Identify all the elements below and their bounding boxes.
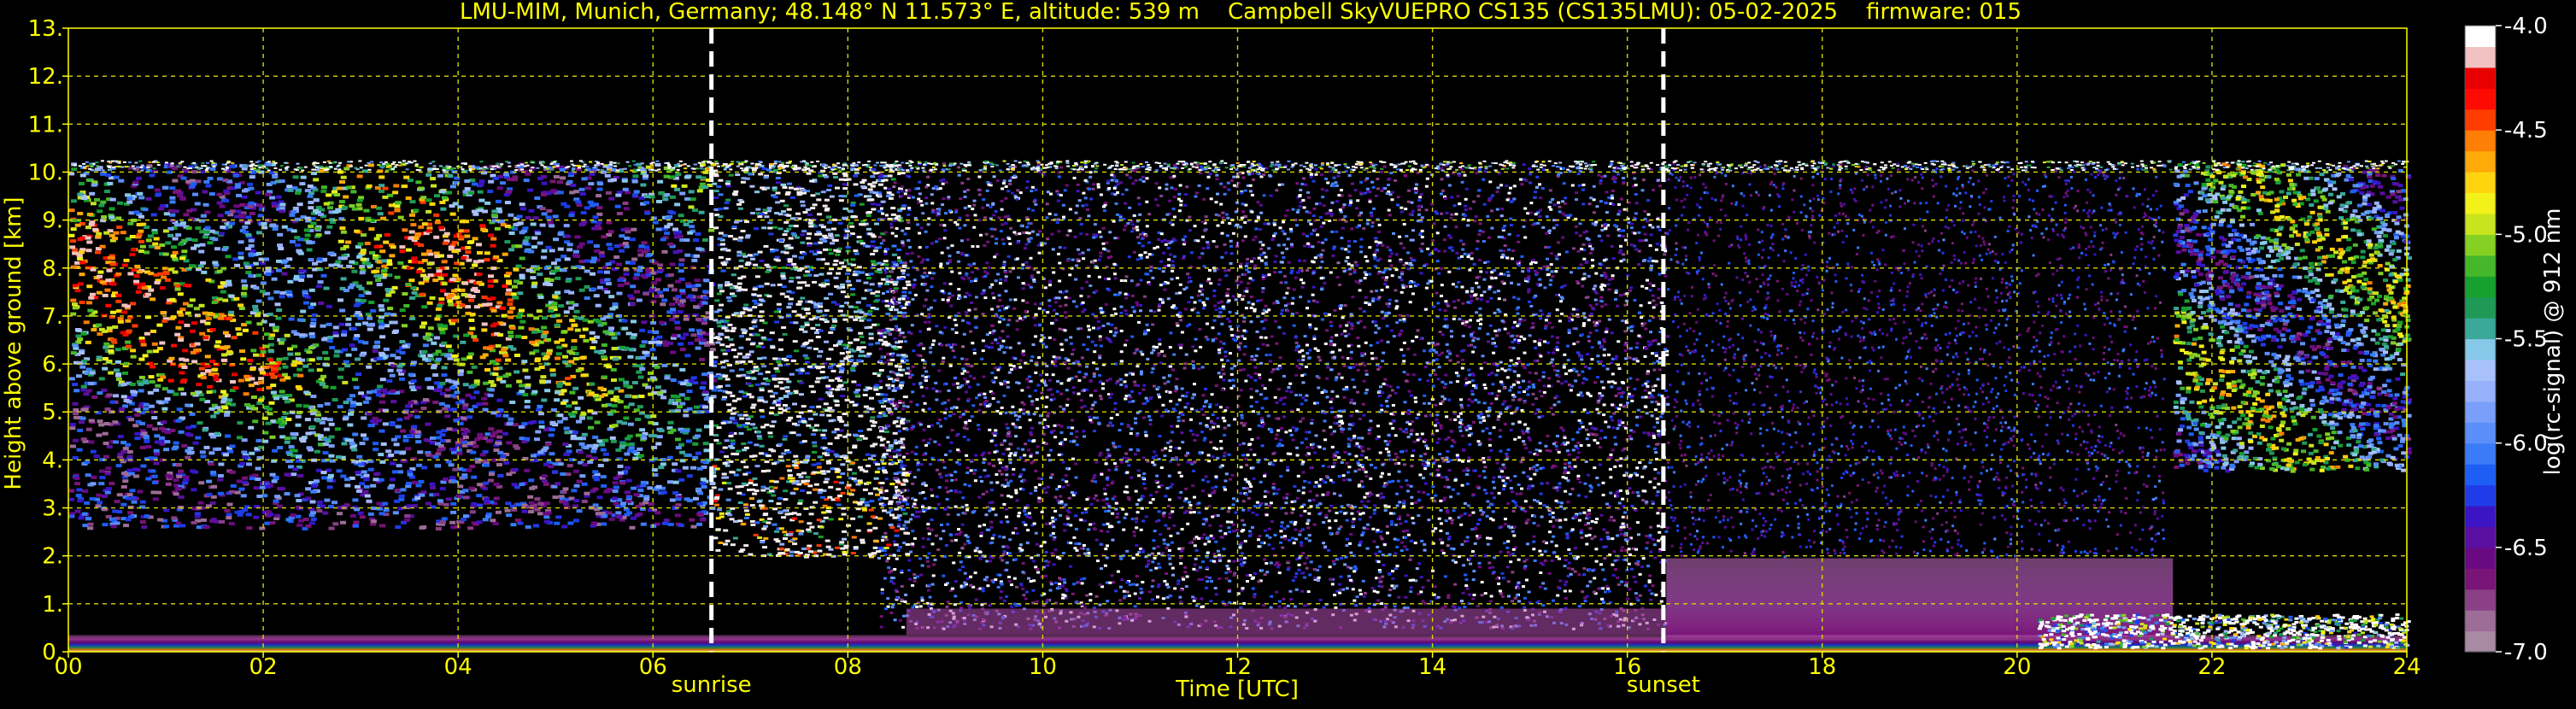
colorbar-swatch bbox=[2465, 568, 2496, 589]
x-tick-label: 22 bbox=[2198, 654, 2226, 680]
colorbar-swatch bbox=[2465, 610, 2496, 631]
x-tick-label: 02 bbox=[249, 654, 278, 680]
y-tick-label: 9. bbox=[42, 208, 63, 234]
x-tick-label: 16 bbox=[1613, 654, 1641, 680]
colorbar-swatch bbox=[2465, 214, 2496, 235]
colorbar-swatch bbox=[2465, 631, 2496, 653]
y-tick-label: 12. bbox=[28, 64, 63, 90]
colorbar-swatch bbox=[2465, 526, 2496, 548]
daytime-mixed-layer bbox=[907, 608, 1667, 635]
y-tick-label: 4. bbox=[42, 448, 63, 473]
colorbar-swatch bbox=[2465, 548, 2496, 569]
colorbar-swatch bbox=[2465, 172, 2496, 193]
y-tick-label: 5. bbox=[42, 400, 63, 425]
colorbar-swatch bbox=[2465, 485, 2496, 507]
ceilometer-chart: sunrisesunset 00020406081012141618202224… bbox=[0, 0, 2576, 706]
x-axis-label: Time [UTC] bbox=[1175, 677, 1299, 702]
y-tick-label: 7. bbox=[42, 304, 63, 330]
colorbar-swatch bbox=[2465, 506, 2496, 527]
colorbar-swatch bbox=[2465, 130, 2496, 151]
colorbar-swatch bbox=[2465, 422, 2496, 443]
colorbar-swatch bbox=[2465, 192, 2496, 214]
x-tick-label: 08 bbox=[834, 654, 862, 680]
colorbar-swatch bbox=[2465, 464, 2496, 485]
colorbar-swatch bbox=[2465, 151, 2496, 173]
y-tick-label: 13. bbox=[28, 16, 63, 42]
marker-label-sunrise: sunrise bbox=[672, 672, 752, 698]
x-tick-label: 18 bbox=[1808, 654, 1836, 680]
colorbar-tick-label: -7.0 bbox=[2504, 640, 2548, 665]
colorbar-swatch bbox=[2465, 276, 2496, 297]
colorbar-swatch bbox=[2465, 109, 2496, 131]
y-tick-label: 11. bbox=[28, 112, 63, 138]
colorbar-tick-label: -4.0 bbox=[2504, 14, 2548, 39]
colorbar-swatch bbox=[2465, 67, 2496, 89]
y-tick-label: 6. bbox=[42, 352, 63, 378]
colorbar-swatch bbox=[2465, 318, 2496, 339]
chart-svg: sunrisesunset 00020406081012141618202224… bbox=[0, 0, 2576, 706]
y-tick-label: 0. bbox=[42, 640, 63, 665]
colorbar-tick-label: -6.5 bbox=[2504, 536, 2548, 561]
colorbar-swatch bbox=[2465, 297, 2496, 319]
colorbar-swatch bbox=[2465, 234, 2496, 255]
colorbar-tick-label: -4.5 bbox=[2504, 118, 2548, 144]
colorbar-swatch bbox=[2465, 88, 2496, 109]
colorbar-swatch bbox=[2465, 46, 2496, 67]
y-tick-label: 2. bbox=[42, 544, 63, 570]
x-tick-label: 14 bbox=[1418, 654, 1446, 680]
colorbar-swatch bbox=[2465, 589, 2496, 611]
colorbar-swatch bbox=[2465, 255, 2496, 277]
y-tick-label: 10. bbox=[28, 160, 63, 185]
y-axis-label: Height above ground [km] bbox=[1, 196, 26, 489]
colorbar-swatch bbox=[2465, 443, 2496, 465]
colorbar-label: log(rc-signal) @ 912 nm bbox=[2540, 208, 2566, 476]
colorbar-swatch bbox=[2465, 401, 2496, 423]
x-tick-label: 10 bbox=[1029, 654, 1057, 680]
x-tick-label: 04 bbox=[444, 654, 472, 680]
colorbar-swatch bbox=[2465, 26, 2496, 47]
x-tick-label: 06 bbox=[639, 654, 667, 680]
y-tick-label: 1. bbox=[42, 592, 63, 618]
chart-title: LMU-MIM, Munich, Germany; 48.148° N 11.5… bbox=[460, 0, 2021, 25]
y-tick-label: 3. bbox=[42, 496, 63, 522]
x-tick-label: 24 bbox=[2392, 654, 2421, 680]
colorbar: -4.0-4.5-5.0-5.5-6.0-6.5-7.0 bbox=[2465, 14, 2548, 665]
colorbar-swatch bbox=[2465, 339, 2496, 360]
x-tick-label: 20 bbox=[2003, 654, 2031, 680]
y-tick-label: 8. bbox=[42, 256, 63, 282]
colorbar-swatch bbox=[2465, 380, 2496, 401]
colorbar-swatch bbox=[2465, 360, 2496, 381]
